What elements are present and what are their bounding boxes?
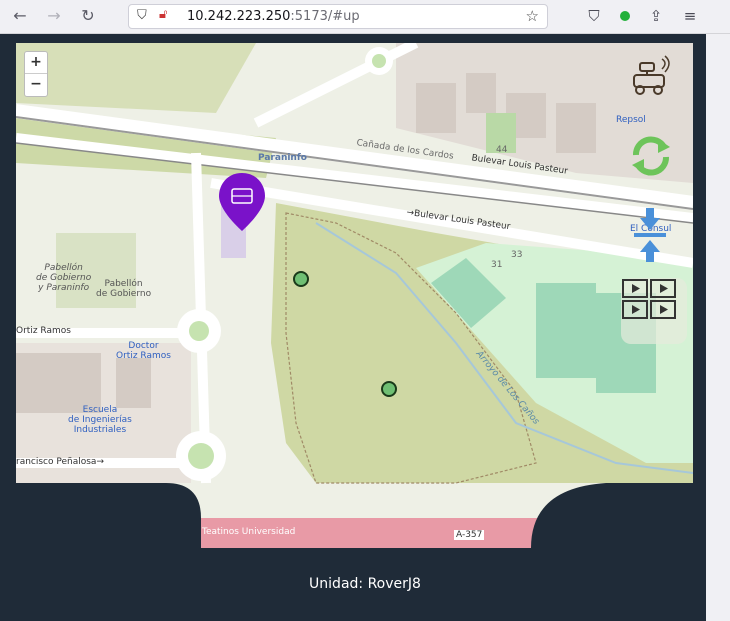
bookmark-star-icon[interactable]: ☆ bbox=[526, 7, 539, 25]
url-text: 10.242.223.250:5173/#up bbox=[187, 9, 360, 24]
center-arrows-icon[interactable] bbox=[628, 208, 678, 263]
label-pabellon-2: Pabellón de Gobierno bbox=[96, 279, 152, 299]
url-host: 10.242.223.250 bbox=[187, 9, 291, 24]
back-icon[interactable]: ← bbox=[10, 6, 30, 26]
video-grid-icon[interactable] bbox=[621, 278, 687, 344]
label-a357: A-357 bbox=[454, 530, 485, 540]
pocket-icon[interactable]: ⛉ bbox=[584, 6, 604, 26]
map-view[interactable]: Paraninfo Cañada de los Cardos Bulevar L… bbox=[16, 43, 693, 548]
url-path: :5173/#up bbox=[290, 9, 360, 24]
unit-label: Unidad: RoverJ8 bbox=[309, 576, 421, 592]
reload-icon[interactable]: ↻ bbox=[78, 6, 98, 26]
label-num44: 44 bbox=[496, 145, 508, 155]
label-escuela: Escuela de Ingenierías Industriales bbox=[68, 405, 132, 435]
zoom-in-button[interactable]: + bbox=[25, 52, 47, 74]
label-francisco: rancisco Peñalosa→ bbox=[16, 457, 104, 467]
zoom-control: + − bbox=[24, 51, 48, 97]
label-ortiz: Ortiz Ramos bbox=[16, 326, 71, 336]
shield-icon: ⛉ bbox=[137, 8, 147, 23]
label-num31: 31 bbox=[491, 260, 503, 270]
extension-icon[interactable] bbox=[615, 6, 635, 26]
label-num33: 33 bbox=[511, 250, 523, 260]
scrollbar-track[interactable] bbox=[706, 34, 730, 621]
share-icon[interactable]: ⇪ bbox=[646, 6, 666, 26]
insecure-lock-icon: 🔓︎ bbox=[159, 7, 168, 22]
label-paraninfo: Paraninfo bbox=[258, 153, 307, 163]
menu-icon[interactable]: ≡ bbox=[680, 6, 700, 26]
url-bar[interactable]: ⛉ 🔓︎ 10.242.223.250:5173/#up ☆ bbox=[128, 4, 548, 29]
rover-icon[interactable] bbox=[628, 53, 678, 103]
label-repsol: Repsol bbox=[616, 115, 646, 125]
zoom-out-button[interactable]: − bbox=[25, 74, 47, 95]
browser-toolbar: ← → ↻ ⛉ 🔓︎ 10.242.223.250:5173/#up ☆ ⛉ ⇪… bbox=[0, 0, 730, 34]
forward-icon[interactable]: → bbox=[44, 6, 64, 26]
label-pabellon-1: Pabellón de Gobierno y Paraninfo bbox=[36, 263, 92, 293]
refresh-icon[interactable] bbox=[628, 133, 678, 183]
label-teatinos: Teatinos Universidad bbox=[202, 527, 296, 537]
label-doctor: Doctor Ortiz Ramos bbox=[116, 341, 171, 361]
